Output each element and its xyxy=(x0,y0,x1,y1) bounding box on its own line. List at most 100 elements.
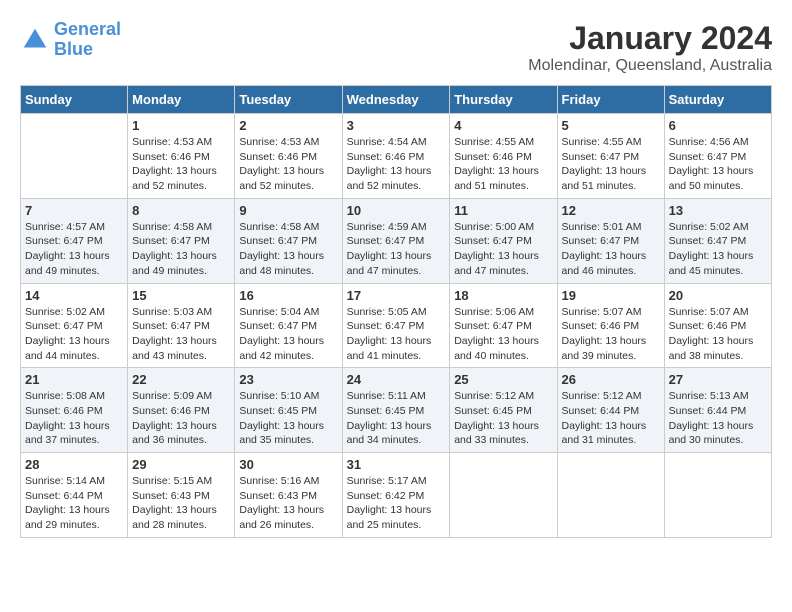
calendar-cell: 1Sunrise: 4:53 AM Sunset: 6:46 PM Daylig… xyxy=(128,114,235,199)
day-number: 25 xyxy=(454,372,552,387)
day-number: 13 xyxy=(669,203,767,218)
calendar-cell: 15Sunrise: 5:03 AM Sunset: 6:47 PM Dayli… xyxy=(128,283,235,368)
calendar-cell: 14Sunrise: 5:02 AM Sunset: 6:47 PM Dayli… xyxy=(21,283,128,368)
day-number: 28 xyxy=(25,457,123,472)
calendar-week-row: 28 Sunrise: 5:14 AM Sunset: 6:44 PM Dayli… xyxy=(21,453,772,538)
calendar-cell xyxy=(21,114,128,199)
day-number: 9 xyxy=(239,203,337,218)
day-info: Sunrise: 4:54 AM Sunset: 6:46 PM Dayligh… xyxy=(347,135,446,194)
calendar-cell: 23 Sunrise: 5:10 AM Sunset: 6:45 PM Dayli… xyxy=(235,368,342,453)
column-header-saturday: Saturday xyxy=(664,86,771,114)
day-info: Sunrise: 5:16 AM Sunset: 6:43 PM Dayligh… xyxy=(239,474,337,533)
day-info: Sunrise: 5:00 AM Sunset: 6:47 PM Dayligh… xyxy=(454,220,552,279)
calendar-cell: 24 Sunrise: 5:11 AM Sunset: 6:45 PM Dayli… xyxy=(342,368,450,453)
day-info: Sunrise: 4:56 AM Sunset: 6:47 PM Dayligh… xyxy=(669,135,767,194)
day-info: Sunrise: 5:06 AM Sunset: 6:47 PM Dayligh… xyxy=(454,305,552,364)
logo-text: General Blue xyxy=(54,20,121,60)
calendar-week-row: 7Sunrise: 4:57 AM Sunset: 6:47 PM Daylig… xyxy=(21,198,772,283)
day-number: 5 xyxy=(562,118,660,133)
day-number: 20 xyxy=(669,288,767,303)
day-number: 14 xyxy=(25,288,123,303)
column-header-sunday: Sunday xyxy=(21,86,128,114)
day-info: Sunrise: 4:57 AM Sunset: 6:47 PM Dayligh… xyxy=(25,220,123,279)
calendar-cell: 28 Sunrise: 5:14 AM Sunset: 6:44 PM Dayli… xyxy=(21,453,128,538)
calendar-cell: 20Sunrise: 5:07 AM Sunset: 6:46 PM Dayli… xyxy=(664,283,771,368)
calendar-cell: 2Sunrise: 4:53 AM Sunset: 6:46 PM Daylig… xyxy=(235,114,342,199)
calendar-cell: 5 Sunrise: 4:55 AM Sunset: 6:47 PM Daylig… xyxy=(557,114,664,199)
day-info: Sunrise: 5:08 AM Sunset: 6:46 PM Dayligh… xyxy=(25,389,123,448)
day-info: Sunrise: 4:58 AM Sunset: 6:47 PM Dayligh… xyxy=(132,220,230,279)
calendar-cell: 16Sunrise: 5:04 AM Sunset: 6:47 PM Dayli… xyxy=(235,283,342,368)
day-number: 23 xyxy=(239,372,337,387)
calendar-cell: 30 Sunrise: 5:16 AM Sunset: 6:43 PM Dayli… xyxy=(235,453,342,538)
day-info: Sunrise: 5:04 AM Sunset: 6:47 PM Dayligh… xyxy=(239,305,337,364)
day-info: Sunrise: 5:05 AM Sunset: 6:47 PM Dayligh… xyxy=(347,305,446,364)
day-info: Sunrise: 5:12 AM Sunset: 6:45 PM Dayligh… xyxy=(454,389,552,448)
column-header-monday: Monday xyxy=(128,86,235,114)
calendar-cell xyxy=(557,453,664,538)
day-info: Sunrise: 5:10 AM Sunset: 6:45 PM Dayligh… xyxy=(239,389,337,448)
calendar-cell: 6 Sunrise: 4:56 AM Sunset: 6:47 PM Daylig… xyxy=(664,114,771,199)
day-info: Sunrise: 4:53 AM Sunset: 6:46 PM Dayligh… xyxy=(132,135,230,194)
day-info: Sunrise: 4:58 AM Sunset: 6:47 PM Dayligh… xyxy=(239,220,337,279)
day-number: 29 xyxy=(132,457,230,472)
calendar-header-row: SundayMondayTuesdayWednesdayThursdayFrid… xyxy=(21,86,772,114)
calendar-cell: 12 Sunrise: 5:01 AM Sunset: 6:47 PM Dayli… xyxy=(557,198,664,283)
logo-line2: Blue xyxy=(54,39,93,59)
calendar-cell: 25 Sunrise: 5:12 AM Sunset: 6:45 PM Dayli… xyxy=(450,368,557,453)
day-info: Sunrise: 5:09 AM Sunset: 6:46 PM Dayligh… xyxy=(132,389,230,448)
logo-icon xyxy=(20,25,50,55)
day-number: 18 xyxy=(454,288,552,303)
column-header-friday: Friday xyxy=(557,86,664,114)
calendar-cell: 21Sunrise: 5:08 AM Sunset: 6:46 PM Dayli… xyxy=(21,368,128,453)
day-info: Sunrise: 5:15 AM Sunset: 6:43 PM Dayligh… xyxy=(132,474,230,533)
calendar-cell: 8Sunrise: 4:58 AM Sunset: 6:47 PM Daylig… xyxy=(128,198,235,283)
location-title: Molendinar, Queensland, Australia xyxy=(528,57,772,75)
day-info: Sunrise: 5:02 AM Sunset: 6:47 PM Dayligh… xyxy=(669,220,767,279)
day-info: Sunrise: 5:12 AM Sunset: 6:44 PM Dayligh… xyxy=(562,389,660,448)
calendar-cell: 3Sunrise: 4:54 AM Sunset: 6:46 PM Daylig… xyxy=(342,114,450,199)
day-number: 30 xyxy=(239,457,337,472)
calendar-body: 1Sunrise: 4:53 AM Sunset: 6:46 PM Daylig… xyxy=(21,114,772,538)
day-info: Sunrise: 5:07 AM Sunset: 6:46 PM Dayligh… xyxy=(562,305,660,364)
day-info: Sunrise: 5:11 AM Sunset: 6:45 PM Dayligh… xyxy=(347,389,446,448)
day-number: 4 xyxy=(454,118,552,133)
day-info: Sunrise: 4:53 AM Sunset: 6:46 PM Dayligh… xyxy=(239,135,337,194)
calendar-cell: 17 Sunrise: 5:05 AM Sunset: 6:47 PM Dayli… xyxy=(342,283,450,368)
day-number: 11 xyxy=(454,203,552,218)
day-info: Sunrise: 5:14 AM Sunset: 6:44 PM Dayligh… xyxy=(25,474,123,533)
day-number: 19 xyxy=(562,288,660,303)
day-number: 22 xyxy=(132,372,230,387)
day-number: 6 xyxy=(669,118,767,133)
day-number: 27 xyxy=(669,372,767,387)
calendar-cell: 26 Sunrise: 5:12 AM Sunset: 6:44 PM Dayli… xyxy=(557,368,664,453)
day-number: 24 xyxy=(347,372,446,387)
month-title: January 2024 xyxy=(528,20,772,57)
calendar-week-row: 1Sunrise: 4:53 AM Sunset: 6:46 PM Daylig… xyxy=(21,114,772,199)
day-info: Sunrise: 5:01 AM Sunset: 6:47 PM Dayligh… xyxy=(562,220,660,279)
day-number: 12 xyxy=(562,203,660,218)
calendar-week-row: 14Sunrise: 5:02 AM Sunset: 6:47 PM Dayli… xyxy=(21,283,772,368)
day-number: 15 xyxy=(132,288,230,303)
day-info: Sunrise: 5:17 AM Sunset: 6:42 PM Dayligh… xyxy=(347,474,446,533)
calendar-cell xyxy=(664,453,771,538)
logo-line1: General xyxy=(54,19,121,39)
day-number: 17 xyxy=(347,288,446,303)
calendar-cell: 9 Sunrise: 4:58 AM Sunset: 6:47 PM Daylig… xyxy=(235,198,342,283)
day-info: Sunrise: 4:55 AM Sunset: 6:47 PM Dayligh… xyxy=(562,135,660,194)
calendar-cell: 11 Sunrise: 5:00 AM Sunset: 6:47 PM Dayli… xyxy=(450,198,557,283)
day-info: Sunrise: 4:55 AM Sunset: 6:46 PM Dayligh… xyxy=(454,135,552,194)
calendar-cell: 18 Sunrise: 5:06 AM Sunset: 6:47 PM Dayli… xyxy=(450,283,557,368)
column-header-tuesday: Tuesday xyxy=(235,86,342,114)
calendar-cell: 27Sunrise: 5:13 AM Sunset: 6:44 PM Dayli… xyxy=(664,368,771,453)
day-number: 26 xyxy=(562,372,660,387)
title-area: January 2024 Molendinar, Queensland, Aus… xyxy=(528,20,772,75)
calendar-cell: 7Sunrise: 4:57 AM Sunset: 6:47 PM Daylig… xyxy=(21,198,128,283)
column-header-wednesday: Wednesday xyxy=(342,86,450,114)
logo: General Blue xyxy=(20,20,121,60)
calendar-cell: 22 Sunrise: 5:09 AM Sunset: 6:46 PM Dayli… xyxy=(128,368,235,453)
day-info: Sunrise: 4:59 AM Sunset: 6:47 PM Dayligh… xyxy=(347,220,446,279)
calendar-cell: 29 Sunrise: 5:15 AM Sunset: 6:43 PM Dayli… xyxy=(128,453,235,538)
calendar-cell: 10Sunrise: 4:59 AM Sunset: 6:47 PM Dayli… xyxy=(342,198,450,283)
column-header-thursday: Thursday xyxy=(450,86,557,114)
